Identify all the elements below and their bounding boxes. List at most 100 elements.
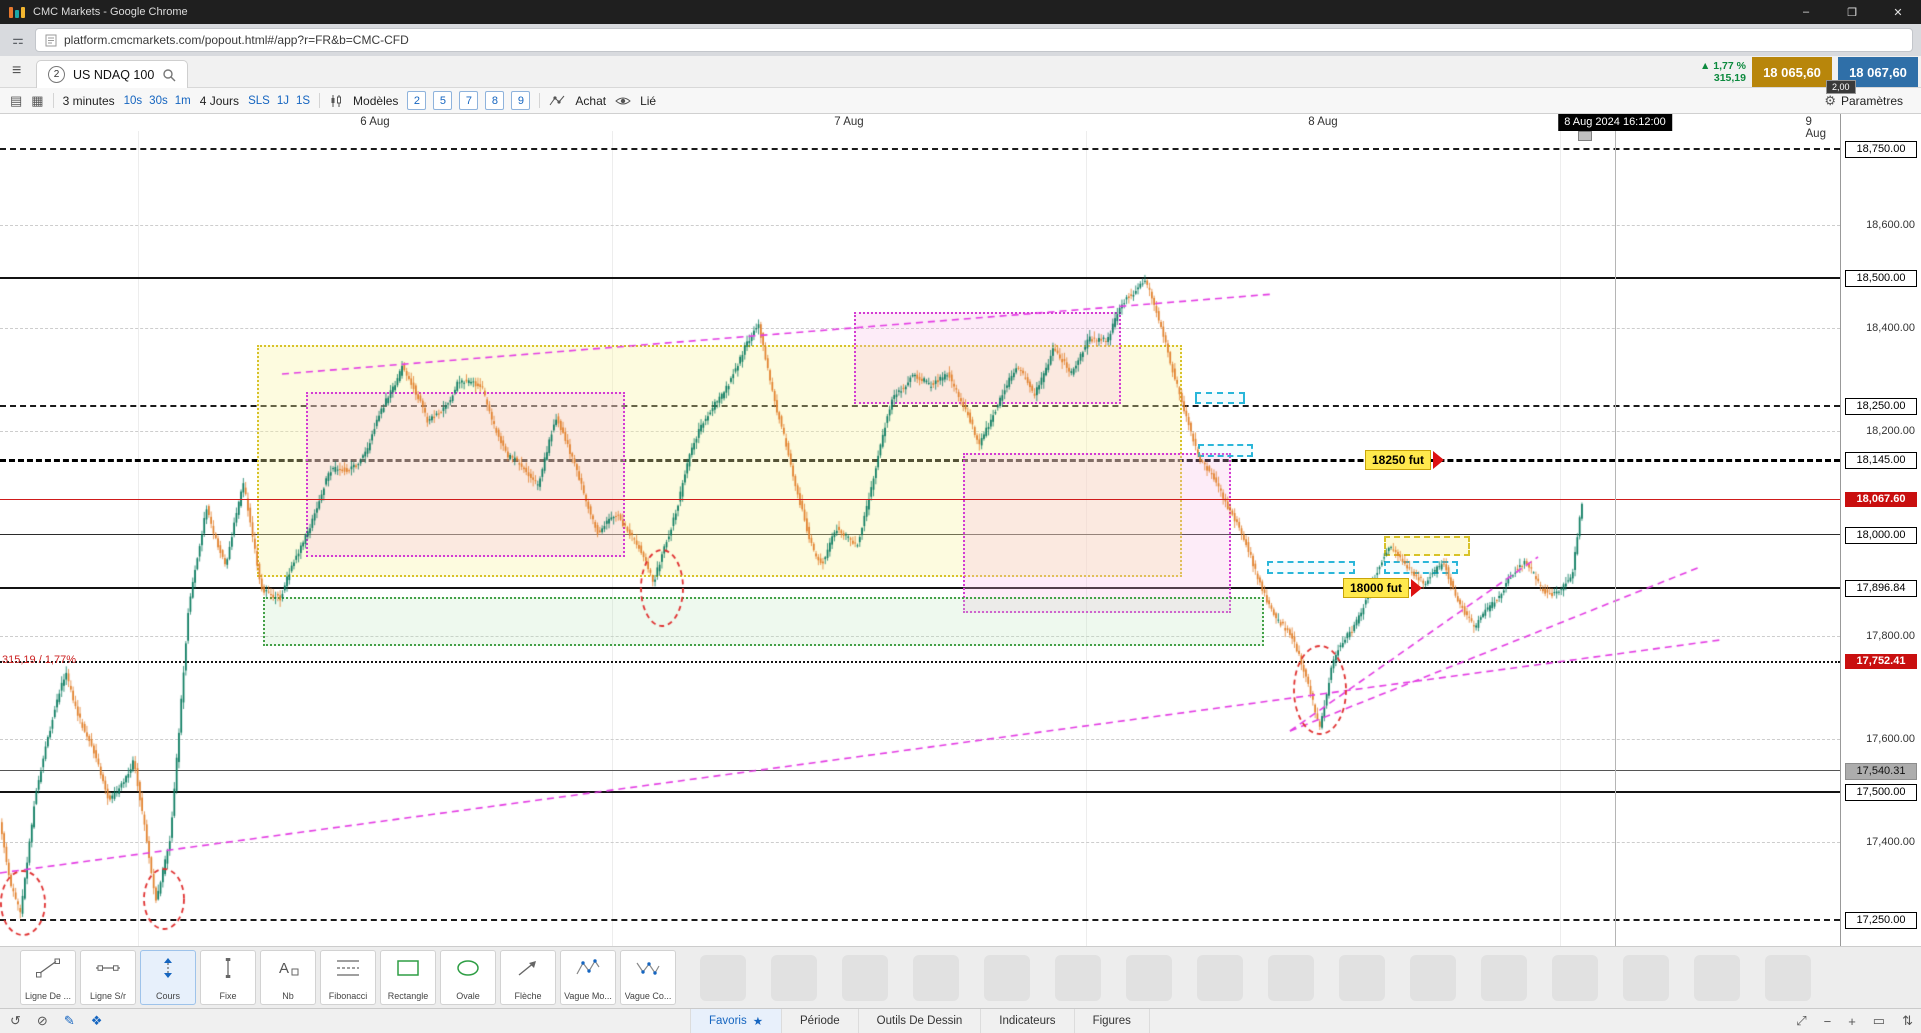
price-axis-label: 17,896.84 [1845, 580, 1917, 597]
bottom-tab-période[interactable]: Période [782, 1009, 859, 1033]
models-label[interactable]: Modèles [353, 94, 398, 108]
instrument-tab[interactable]: 2 US NDAQ 100 [36, 60, 189, 88]
empty-favorite-slot [1694, 955, 1740, 1001]
price-line-icon [155, 956, 181, 985]
separator [539, 93, 541, 108]
price-axis-label: 18,500.00 [1845, 270, 1917, 287]
zoom-in-icon[interactable]: + [1848, 1014, 1856, 1029]
model-number-button[interactable]: 7 [459, 91, 479, 110]
tab-number-badge: 2 [48, 66, 65, 83]
url-field[interactable]: platform.cmcmarkets.com/popout.html#/app… [35, 28, 1913, 52]
draw-tool-trend-line[interactable]: Ligne De ... [20, 950, 76, 1005]
linked-label[interactable]: Lié [640, 94, 656, 108]
cursor-drag-handle[interactable] [1578, 131, 1592, 141]
quick-interval-button[interactable]: 1m [175, 95, 191, 107]
buy-mode-label[interactable]: Achat [575, 94, 606, 108]
disable-drawing-icon[interactable]: ⊘ [37, 1013, 48, 1029]
window-controls: – ❐ ✕ [1783, 0, 1921, 24]
sell-price-button[interactable]: 18 065,60 [1752, 57, 1832, 87]
format-brush-icon[interactable]: ❖ [91, 1013, 103, 1029]
gear-icon[interactable]: ⚙ [1824, 93, 1836, 109]
page-info-icon[interactable]: ⚎ [8, 30, 28, 50]
draw-tool-text-note[interactable]: A Nb [260, 950, 316, 1005]
arrow-icon [515, 956, 541, 985]
draw-tool-fixed-line[interactable]: Fixe [200, 950, 256, 1005]
draw-tool-label: Rectangle [387, 991, 429, 1001]
eye-icon[interactable] [615, 95, 631, 107]
browser-window: CMC Markets - Google Chrome – ❐ ✕ ⚎ plat… [0, 0, 1921, 1033]
bottom-tab-figures[interactable]: Figures [1075, 1009, 1150, 1033]
price-flag[interactable]: 18000 fut [1343, 578, 1423, 598]
bottom-tab-outils-de-dessin[interactable]: Outils De Dessin [859, 1009, 982, 1033]
quick-interval-button[interactable]: 10s [124, 95, 143, 107]
candlestick-canvas [0, 114, 1840, 946]
period-button[interactable]: 1S [296, 95, 310, 107]
draw-tool-arrow[interactable]: Flèche [500, 950, 556, 1005]
period-button[interactable]: 1J [277, 95, 289, 107]
settings-label[interactable]: Paramètres [1841, 94, 1903, 108]
model-number-button[interactable]: 8 [485, 91, 505, 110]
menu-icon[interactable]: ≡ [12, 62, 21, 80]
quick-interval-button[interactable]: 30s [149, 95, 168, 107]
chart-type-icon[interactable] [549, 94, 566, 107]
price-change: ▲ 1,77 % 315,19 [1699, 60, 1746, 84]
range-label[interactable]: 4 Jours [200, 94, 239, 108]
model-number-button[interactable]: 5 [433, 91, 453, 110]
draw-tool-label: Cours [155, 991, 180, 1001]
draw-tool-rectangle[interactable]: Rectangle [380, 950, 436, 1005]
draw-tool-price-line[interactable]: Cours [140, 950, 196, 1005]
price-axis-label: 18,145.00 [1845, 452, 1917, 469]
bottom-tab-indicateurs[interactable]: Indicateurs [981, 1009, 1075, 1033]
restore-button[interactable]: ❐ [1829, 0, 1875, 24]
chart-style-icon[interactable] [329, 94, 344, 108]
news-icon[interactable]: ▤ [10, 93, 22, 109]
empty-favorite-slot [1126, 955, 1172, 1001]
price-axis[interactable]: 18,750.00 18,600.00 18,500.00 18,400.00 18,2… [1840, 114, 1921, 946]
empty-favorite-slot [1339, 955, 1385, 1001]
model-number-button[interactable]: 2 [407, 91, 427, 110]
draw-tool-wave-motive[interactable]: Vague Mo... [560, 950, 616, 1005]
bottom-tab-label: Favoris [709, 1015, 747, 1027]
draw-tool-fibonacci[interactable]: Fibonacci [320, 950, 376, 1005]
settings-group: ⚙ Paramètres [1824, 93, 1911, 109]
draw-tool-oval[interactable]: Ovale [440, 950, 496, 1005]
draw-tool-horizontal-line[interactable]: Ligne S/r [80, 950, 136, 1005]
draw-tool-label: Fixe [219, 991, 237, 1001]
edit-pencil-icon[interactable]: ✎ [64, 1013, 75, 1029]
price-axis-label: 17,752.41 [1845, 654, 1917, 669]
draw-tool-wave-corrective[interactable]: Vague Co... [620, 950, 676, 1005]
text-note-icon: A [275, 956, 301, 985]
empty-favorite-slot [1197, 955, 1243, 1001]
frame-icon[interactable]: ▭ [1873, 1013, 1885, 1029]
date-axis-label: 8 Aug [1308, 116, 1338, 128]
chart-plot[interactable]: 18250 fut 18000 fut 315,19 / 1,77% 6 Aug 7 A… [0, 114, 1840, 946]
close-button[interactable]: ✕ [1875, 0, 1921, 24]
model-number-button[interactable]: 9 [511, 91, 531, 110]
bottom-tab-favoris[interactable]: Favoris ★ [690, 1009, 783, 1033]
window-title: CMC Markets - Google Chrome [33, 6, 188, 18]
empty-favorite-slot [1410, 955, 1456, 1001]
model-number-group: 25789 [407, 91, 531, 110]
search-icon[interactable] [162, 68, 176, 82]
price-flag[interactable]: 18250 fut [1365, 450, 1445, 470]
interval-dropdown[interactable]: 3 minutes [63, 94, 115, 108]
layout-grid-icon[interactable]: ▦ [31, 93, 43, 109]
empty-favorite-slot [1552, 955, 1598, 1001]
undo-history-icon[interactable]: ↺ [10, 1013, 21, 1029]
date-axis-label: 9 Aug [1805, 116, 1826, 140]
separator [52, 93, 54, 108]
cursor-time-line [1615, 131, 1616, 946]
date-axis-label: 6 Aug [360, 116, 390, 128]
fit-screen-icon[interactable]: ⤢ [1796, 1013, 1806, 1029]
chart-area[interactable]: 18250 fut 18000 fut 315,19 / 1,77% 6 Aug 7 A… [0, 114, 1921, 946]
bottom-tab-label: Indicateurs [999, 1015, 1056, 1027]
vertical-scale-icon[interactable]: ⇅ [1902, 1013, 1913, 1029]
price-axis-label: 18,400.00 [1866, 322, 1915, 334]
chart-toolbar: ▤ ▦ 3 minutes 10s 30s 1m 4 Jours SLS 1J 1S M… [0, 88, 1921, 114]
zoom-out-icon[interactable]: − [1824, 1014, 1832, 1029]
period-button[interactable]: SLS [248, 95, 270, 107]
bottom-left-icons: ↺ ⊘ ✎ ❖ [10, 1009, 102, 1033]
minimize-button[interactable]: – [1783, 0, 1829, 24]
wave-corrective-icon [635, 956, 661, 985]
draw-tool-label: Ligne S/r [89, 991, 127, 1001]
